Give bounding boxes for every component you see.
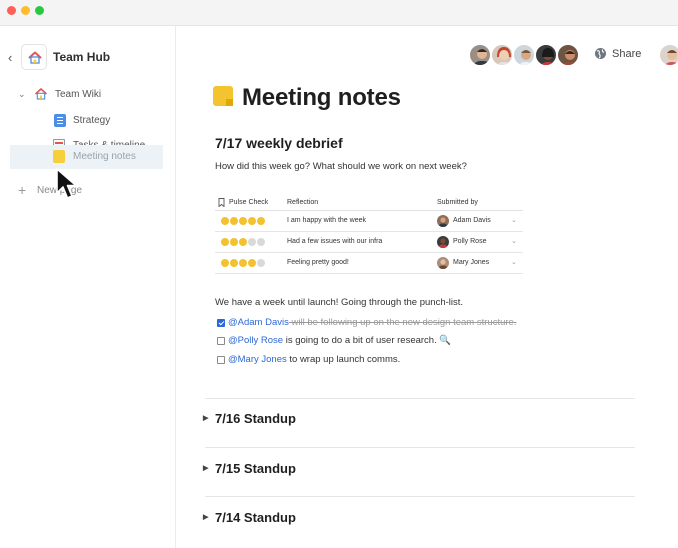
avatar	[437, 257, 449, 269]
checklist-text[interactable]: @Mary Jones to wrap up launch comms.	[228, 354, 400, 365]
smiley-filled-icon[interactable]	[221, 238, 229, 246]
smiley-empty-icon[interactable]	[257, 238, 265, 246]
smiley-filled-icon[interactable]	[230, 259, 238, 267]
section-divider	[205, 398, 635, 399]
avatar	[437, 215, 449, 227]
current-user-avatar[interactable]	[658, 43, 678, 67]
team-hub-house-icon	[21, 44, 47, 70]
submitted-by-cell[interactable]: Mary Jones	[453, 259, 489, 266]
smiley-filled-icon[interactable]	[230, 238, 238, 246]
bookmark-icon	[218, 198, 225, 207]
avatar	[437, 236, 449, 248]
house-icon	[34, 87, 48, 101]
sidebar-item-label: Team Wiki	[55, 89, 102, 100]
sticky-note-icon	[53, 150, 65, 163]
reflection-cell[interactable]: Feeling pretty good!	[287, 259, 349, 266]
collapsed-section-title: 7/14 Standup	[215, 510, 296, 525]
collaborator-avatar[interactable]	[534, 43, 558, 67]
mouse-pointer-icon	[56, 168, 77, 199]
column-header[interactable]: Pulse Check	[229, 199, 268, 206]
collaborator-avatar[interactable]	[512, 43, 536, 67]
smiley-filled-icon[interactable]	[239, 259, 247, 267]
column-header[interactable]: Reflection	[287, 199, 318, 206]
team-hub-title[interactable]: Team Hub	[53, 50, 110, 64]
user-mention[interactable]: @Mary Jones	[228, 354, 287, 365]
collaborator-avatar[interactable]	[490, 43, 514, 67]
sidebar-item-team-wiki[interactable]: ⌄ Team Wiki	[0, 84, 176, 106]
pulse-rating[interactable]	[221, 259, 266, 268]
page-content: Meeting notes 7/17 weekly debrief How di…	[176, 84, 678, 548]
minimize-window-button[interactable]	[21, 6, 30, 15]
pulse-rating[interactable]	[221, 238, 266, 247]
reflection-cell[interactable]: Had a few issues with our infra	[287, 238, 382, 245]
reflection-cell[interactable]: I am happy with the week	[287, 217, 366, 224]
punch-list-intro[interactable]: We have a week until launch! Going throu…	[215, 297, 463, 308]
checkbox-unchecked[interactable]	[217, 356, 225, 364]
table-row[interactable]: I am happy with the week Adam Davis ⌄	[215, 211, 523, 232]
chevron-down-icon[interactable]: ⌄	[18, 89, 26, 100]
toggle-triangle-icon[interactable]: ▶	[203, 414, 208, 422]
page-title[interactable]: Meeting notes	[242, 84, 401, 112]
share-label: Share	[612, 48, 642, 60]
back-chevron-icon[interactable]: ‹	[8, 50, 12, 65]
smiley-filled-icon[interactable]	[221, 217, 229, 225]
smiley-empty-icon[interactable]	[248, 238, 256, 246]
checkbox-checked[interactable]	[217, 319, 225, 327]
window-titlebar	[0, 0, 678, 26]
smiley-filled-icon[interactable]	[239, 217, 247, 225]
collapsed-section-title: 7/15 Standup	[215, 461, 296, 476]
plus-icon: +	[18, 182, 27, 198]
close-window-button[interactable]	[7, 6, 16, 15]
sticky-note-icon[interactable]	[213, 86, 233, 106]
smiley-filled-icon[interactable]	[221, 259, 229, 267]
sidebar-item-strategy[interactable]: Strategy	[0, 110, 176, 132]
chevron-down-icon[interactable]: ⌄	[511, 258, 517, 266]
zoom-window-button[interactable]	[35, 6, 44, 15]
sidebar-item-label: Strategy	[73, 115, 111, 126]
smiley-empty-icon[interactable]	[257, 259, 265, 267]
user-mention[interactable]: @Adam Davis	[228, 317, 289, 328]
section-heading[interactable]: 7/17 weekly debrief	[215, 135, 343, 151]
toggle-triangle-icon[interactable]: ▶	[203, 464, 208, 472]
checklist-item-text: to wrap up launch comms.	[286, 354, 401, 365]
smiley-filled-icon[interactable]	[230, 217, 238, 225]
checklist-text[interactable]: @Polly Rose is going to do a bit of user…	[228, 335, 451, 346]
checklist-text[interactable]: @Adam Davis will be following up on the …	[228, 317, 516, 328]
user-mention[interactable]: @Polly Rose	[228, 335, 283, 346]
chevron-down-icon[interactable]: ⌄	[511, 216, 517, 224]
collaborator-avatar[interactable]	[556, 43, 580, 67]
column-header[interactable]: Submitted by	[437, 199, 478, 206]
sidebar-item-meeting-notes[interactable]: Meeting notes	[10, 145, 163, 169]
table-row[interactable]: Feeling pretty good! Mary Jones ⌄	[215, 253, 523, 274]
collaborator-avatar[interactable]	[468, 43, 492, 67]
checkbox-unchecked[interactable]	[217, 337, 225, 345]
checklist-item-text: is going to do a bit of user research. 🔍	[283, 335, 452, 346]
document-icon	[54, 114, 66, 127]
sidebar: ‹ Team Hub ⌄ Team Wiki Strategy Tasks & …	[0, 26, 176, 548]
smiley-filled-icon[interactable]	[257, 217, 265, 225]
section-divider	[205, 447, 635, 448]
section-prompt[interactable]: How did this week go? What should we wor…	[215, 161, 467, 172]
top-bar: Share	[176, 26, 678, 84]
smiley-filled-icon[interactable]	[239, 238, 247, 246]
sidebar-item-label: Meeting notes	[73, 151, 136, 162]
chevron-down-icon[interactable]: ⌄	[511, 237, 517, 245]
smiley-filled-icon[interactable]	[248, 217, 256, 225]
globe-icon	[595, 48, 606, 59]
team-hub-header: ‹ Team Hub	[0, 44, 176, 72]
submitted-by-cell[interactable]: Polly Rose	[453, 238, 486, 245]
smiley-filled-icon[interactable]	[248, 259, 256, 267]
table-row[interactable]: Had a few issues with our infra Polly Ro…	[215, 232, 523, 253]
checklist-item-text: will be following up on the new design t…	[288, 317, 517, 328]
table-header-row: Pulse Check Reflection Submitted by	[215, 195, 523, 211]
section-divider	[205, 496, 635, 497]
submitted-by-cell[interactable]: Adam Davis	[453, 217, 491, 224]
pulse-rating[interactable]	[221, 217, 266, 226]
collapsed-section-title: 7/16 Standup	[215, 411, 296, 426]
toggle-triangle-icon[interactable]: ▶	[203, 513, 208, 521]
